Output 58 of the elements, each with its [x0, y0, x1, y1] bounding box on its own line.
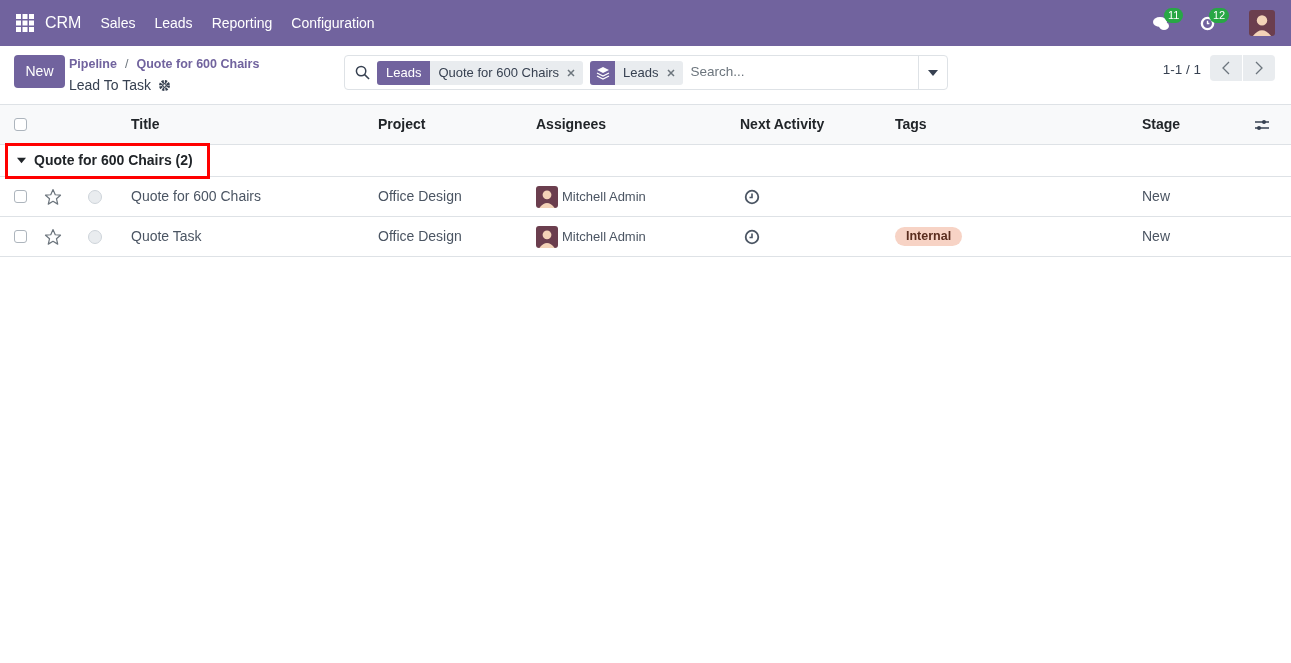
column-header[interactable]: Assignees — [536, 114, 740, 135]
facet-value: Quote for 600 Chairs — [437, 63, 561, 82]
facet-value: Leads — [622, 63, 660, 82]
search-facet[interactable]: Leads Quote for 600 Chairs — [377, 60, 584, 85]
pager-value: 1-1 / 1 — [1162, 61, 1201, 79]
close-icon[interactable] — [666, 68, 675, 77]
column-header[interactable]: Next Activity — [740, 114, 895, 135]
star-icon[interactable] — [44, 187, 62, 206]
avatar-icon — [1249, 10, 1275, 36]
project-name: Office Design — [378, 187, 463, 206]
checkbox[interactable] — [14, 190, 27, 203]
project-name: Office Design — [378, 227, 463, 246]
star-icon[interactable] — [44, 227, 62, 246]
column-header[interactable]: Stage — [1142, 114, 1255, 135]
gear-icon[interactable] — [158, 78, 171, 92]
clock-icon[interactable] — [744, 228, 760, 245]
search-input[interactable]: Search... — [690, 62, 918, 83]
chat-icon[interactable] — [1153, 15, 1170, 31]
breadcrumb-link[interactable]: Pipeline — [69, 55, 117, 74]
column-header[interactable]: Title — [131, 114, 378, 135]
message-count-badge: 11 — [1164, 7, 1184, 23]
menu-item[interactable]: Configuration — [291, 12, 375, 34]
apps-menu-icon[interactable] — [16, 14, 34, 32]
avatar-icon — [536, 225, 558, 248]
group-label: Quote for 600 Chairs (2) — [34, 151, 193, 170]
checkbox[interactable] — [14, 230, 27, 243]
task-title: Quote for 600 Chairs — [131, 187, 262, 206]
avatar-icon — [536, 185, 558, 208]
caret-icon — [17, 156, 26, 165]
facet-label: Leads — [377, 60, 431, 85]
search-facet[interactable]: Leads — [590, 60, 683, 85]
assignee-name: Mitchell Admin — [562, 227, 646, 246]
close-icon[interactable] — [567, 68, 576, 77]
assignee-name: Mitchell Admin — [562, 187, 646, 206]
task-title: Quote Task — [131, 227, 203, 246]
layers-icon — [595, 65, 610, 80]
menu-item[interactable]: Reporting — [211, 12, 273, 34]
menu-item[interactable]: Sales — [100, 12, 136, 34]
page-title: Lead To Task — [69, 75, 151, 95]
clock-icon[interactable] — [744, 188, 760, 205]
activity-count-badge: 12 — [1209, 7, 1230, 23]
stage-name: New — [1142, 187, 1171, 206]
column-header[interactable]: Tags — [895, 114, 1142, 135]
caret-icon — [928, 69, 938, 76]
breadcrumb-link[interactable]: Quote for 600 Chairs — [136, 55, 260, 74]
new-button[interactable]: New — [14, 55, 65, 88]
settings-icon[interactable] — [1255, 117, 1269, 132]
tag: Internal — [895, 227, 963, 246]
menu-item[interactable]: Leads — [154, 12, 193, 34]
chevron-left-icon — [1222, 61, 1230, 75]
checkbox[interactable] — [14, 118, 27, 131]
group-header[interactable]: Quote for 600 Chairs (2) — [5, 142, 210, 179]
breadcrumb-separator: / — [124, 56, 129, 73]
search-icon[interactable] — [355, 65, 370, 80]
chevron-right-icon — [1255, 61, 1263, 75]
stage-name: New — [1142, 227, 1171, 246]
app-name[interactable]: CRM — [45, 11, 82, 35]
column-header[interactable]: Project — [378, 114, 536, 135]
